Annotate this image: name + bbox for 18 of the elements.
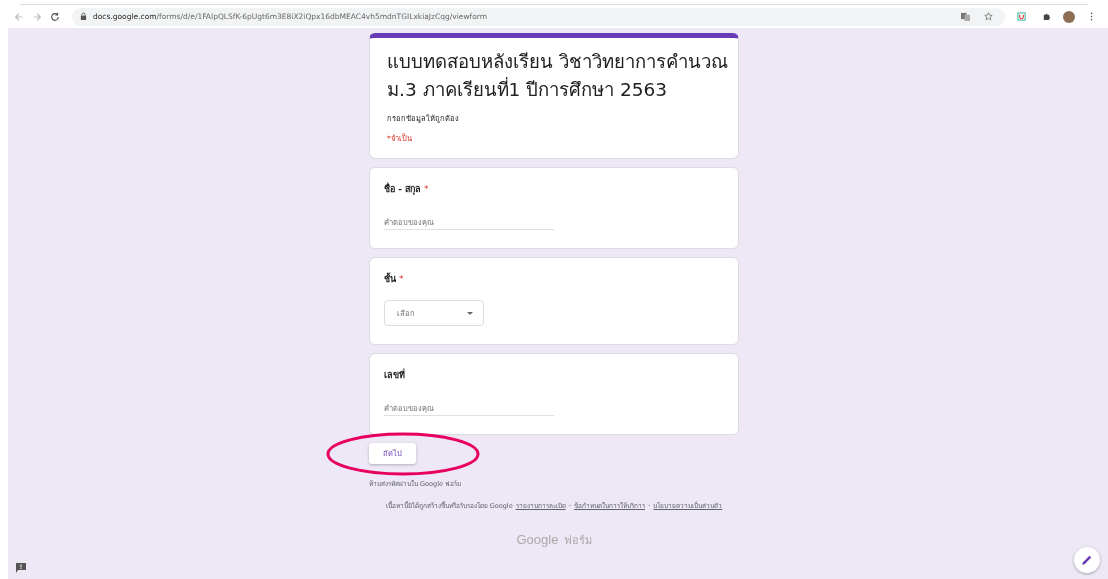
required-asterisk: * (399, 274, 404, 284)
puzzle-icon[interactable] (1042, 12, 1051, 21)
question-label: เลขที่ (384, 368, 406, 382)
edit-button[interactable] (1074, 547, 1100, 573)
question-label: ชั้น * (384, 272, 405, 286)
required-asterisk: * (424, 184, 429, 194)
google-forms-logo: Google ฟอร์ม (515, 531, 593, 549)
caret-icon (467, 311, 473, 315)
reload-icon[interactable] (50, 11, 60, 22)
shield-icon[interactable] (1017, 12, 1026, 21)
avatar-icon[interactable] (1063, 10, 1075, 23)
form-title: แบบทดสอบหลังเรียน วิชาวิทยาการคำนวณ ม.3 ภาคเรียนที่1 ปีการศึกษา 2563 (387, 50, 729, 102)
lock-icon (80, 12, 87, 21)
pencil-icon (1081, 554, 1093, 566)
star-icon[interactable] (984, 12, 993, 21)
question-label: ชื่อ - สกุล * (384, 182, 430, 196)
translate-icon[interactable] (961, 12, 970, 21)
feedback-icon[interactable] (16, 563, 26, 573)
